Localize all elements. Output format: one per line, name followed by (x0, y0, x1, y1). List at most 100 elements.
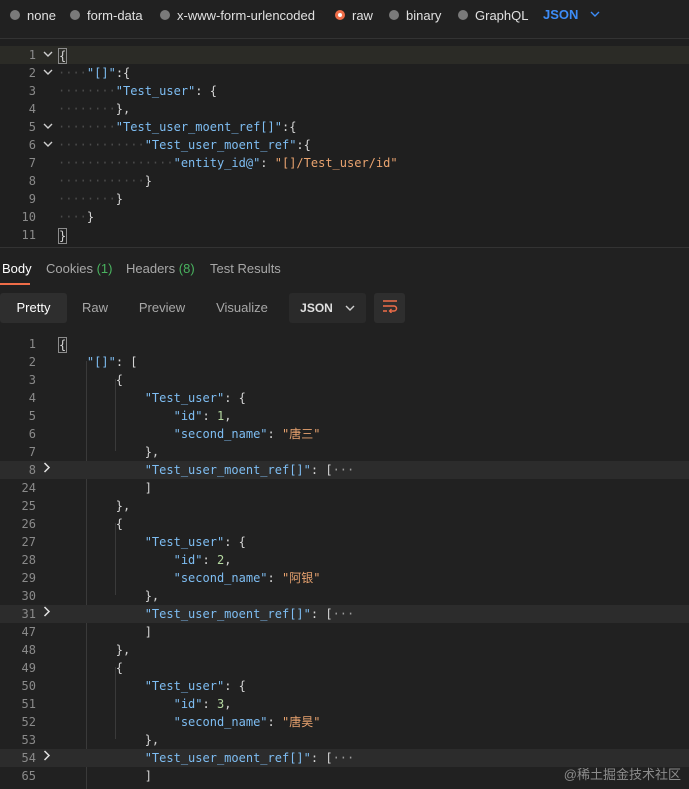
line-number: 31 (21, 607, 36, 621)
request-code-line[interactable]: 11} (0, 226, 689, 244)
code-text: ············"Test_user_moent_ref":{ (58, 138, 311, 152)
code-text: ········} (58, 192, 124, 206)
view-preview-button[interactable]: Preview (128, 293, 196, 323)
radio-dot-selected-icon (335, 10, 345, 20)
response-code-line: 29 "second_name": "阿银" (0, 569, 689, 587)
response-code-line: 47 ] (0, 623, 689, 641)
tab-cookies[interactable]: Cookies (1) (46, 261, 112, 276)
code-text: "id": 3, (173, 697, 232, 711)
collapsed-code-line[interactable]: 31 "Test_user_moent_ref[]": [··· (0, 605, 689, 623)
request-code-line[interactable]: 4 ········}, (0, 100, 689, 118)
code-text: "second_name": "阿银" (173, 571, 321, 585)
request-body-editor[interactable]: 1{2 ····"[]":{3 ········"Test_user": { 4 ···… (0, 38, 689, 248)
line-number: 49 (21, 661, 36, 675)
radio-dot-icon (10, 10, 20, 20)
expand-chevron-right-icon[interactable] (43, 461, 51, 479)
collapsed-code-line[interactable]: 8 "Test_user_moent_ref[]": [··· (0, 461, 689, 479)
response-code-line: 50 "Test_user": { (0, 677, 689, 695)
fold-chevron-down-icon[interactable] (43, 136, 53, 154)
response-body-viewer[interactable]: 1{2 "[]": [3 {4 "Test_user": {5 "id": 1,… (0, 334, 689, 789)
radio-x-www-form-urlencoded[interactable]: x-www-form-urlencoded (160, 7, 315, 23)
radio-form-data[interactable]: form-data (70, 7, 143, 23)
response-code-line: 4 "Test_user": { (0, 389, 689, 407)
code-text: }, (144, 445, 160, 459)
code-text: "Test_user": { (144, 679, 246, 693)
wrap-lines-button[interactable] (374, 293, 405, 323)
view-pretty-button[interactable]: Pretty (0, 293, 67, 323)
expand-chevron-right-icon[interactable] (43, 605, 51, 623)
active-tab-indicator (0, 283, 30, 285)
code-text: }, (115, 643, 131, 657)
request-code-line[interactable]: 3 ········"Test_user": { (0, 82, 689, 100)
radio-binary[interactable]: binary (389, 7, 441, 23)
code-text: "Test_user": { (144, 391, 246, 405)
line-number: 48 (21, 643, 36, 657)
code-text: ············} (58, 174, 152, 188)
code-text: ····"[]":{ (58, 66, 131, 80)
code-text: ········"Test_user": { (58, 84, 217, 98)
response-code-line: 5 "id": 1, (0, 407, 689, 425)
expand-chevron-right-icon[interactable] (43, 749, 51, 767)
request-code-line[interactable]: 6 ············"Test_user_moent_ref":{ (0, 136, 689, 154)
code-text: "Test_user_moent_ref[]": [··· (144, 463, 355, 477)
radio-graphql[interactable]: GraphQL (458, 7, 528, 23)
tab-test-results[interactable]: Test Results (210, 261, 281, 276)
code-text: ] (144, 769, 152, 783)
code-text: ] (144, 481, 152, 495)
response-code-line: 2 "[]": [ (0, 353, 689, 371)
tab-cookies-label: Cookies (46, 261, 93, 276)
line-number: 1 (28, 48, 36, 62)
view-visualize-button[interactable]: Visualize (206, 293, 278, 323)
code-text: "Test_user_moent_ref[]": [··· (144, 751, 355, 765)
raw-format-label: JSON (543, 7, 579, 22)
line-number: 8 (28, 463, 36, 477)
line-number: 4 (28, 391, 36, 405)
request-code-line[interactable]: 2 ····"[]":{ (0, 64, 689, 82)
line-number: 51 (21, 697, 36, 711)
response-format-select[interactable]: JSON (289, 293, 366, 323)
radio-none[interactable]: none (10, 7, 56, 23)
response-code-line: 48 }, (0, 641, 689, 659)
response-code-line: 1{ (0, 335, 689, 353)
code-text: ········}, (58, 102, 131, 116)
radio-dot-icon (70, 10, 80, 20)
radio-label: GraphQL (475, 7, 529, 23)
line-number: 7 (28, 156, 36, 170)
request-code-line[interactable]: 7 ················"entity_id@": "[]/Test_… (0, 154, 689, 172)
fold-chevron-down-icon[interactable] (43, 118, 53, 136)
line-number: 4 (28, 102, 36, 116)
line-number: 2 (28, 355, 36, 369)
line-number: 9 (28, 192, 36, 206)
response-code-line: 53 }, (0, 731, 689, 749)
request-code-line[interactable]: 1{ (0, 46, 689, 64)
line-number: 25 (21, 499, 36, 513)
raw-format-select[interactable]: JSON (543, 7, 600, 22)
radio-label: none (27, 7, 56, 23)
line-number: 47 (21, 625, 36, 639)
code-text: { (115, 517, 124, 531)
response-code-line: 7 }, (0, 443, 689, 461)
code-text: "second_name": "唐三" (173, 427, 321, 441)
view-raw-button[interactable]: Raw (70, 293, 120, 323)
tab-headers[interactable]: Headers (8) (126, 261, 195, 276)
line-number: 6 (28, 138, 36, 152)
code-text: "[]": [ (86, 355, 138, 369)
fold-chevron-down-icon[interactable] (43, 46, 53, 64)
request-code-line[interactable]: 10 ····} (0, 208, 689, 226)
request-code-line[interactable]: 8 ············} (0, 172, 689, 190)
line-number: 53 (21, 733, 36, 747)
tab-body[interactable]: Body (2, 261, 32, 276)
line-number: 6 (28, 427, 36, 441)
radio-dot-icon (389, 10, 399, 20)
line-number: 1 (28, 337, 36, 351)
line-number: 5 (28, 409, 36, 423)
code-text: { (115, 661, 124, 675)
line-number: 29 (21, 571, 36, 585)
code-text: "second_name": "唐昊" (173, 715, 321, 729)
radio-raw[interactable]: raw (335, 7, 373, 23)
request-code-line[interactable]: 5 ········"Test_user_moent_ref[]":{ (0, 118, 689, 136)
chevron-down-icon (590, 9, 600, 20)
request-code-line[interactable]: 9 ········} (0, 190, 689, 208)
watermark: @稀土掘金技术社区 (563, 767, 681, 782)
fold-chevron-down-icon[interactable] (43, 64, 53, 82)
